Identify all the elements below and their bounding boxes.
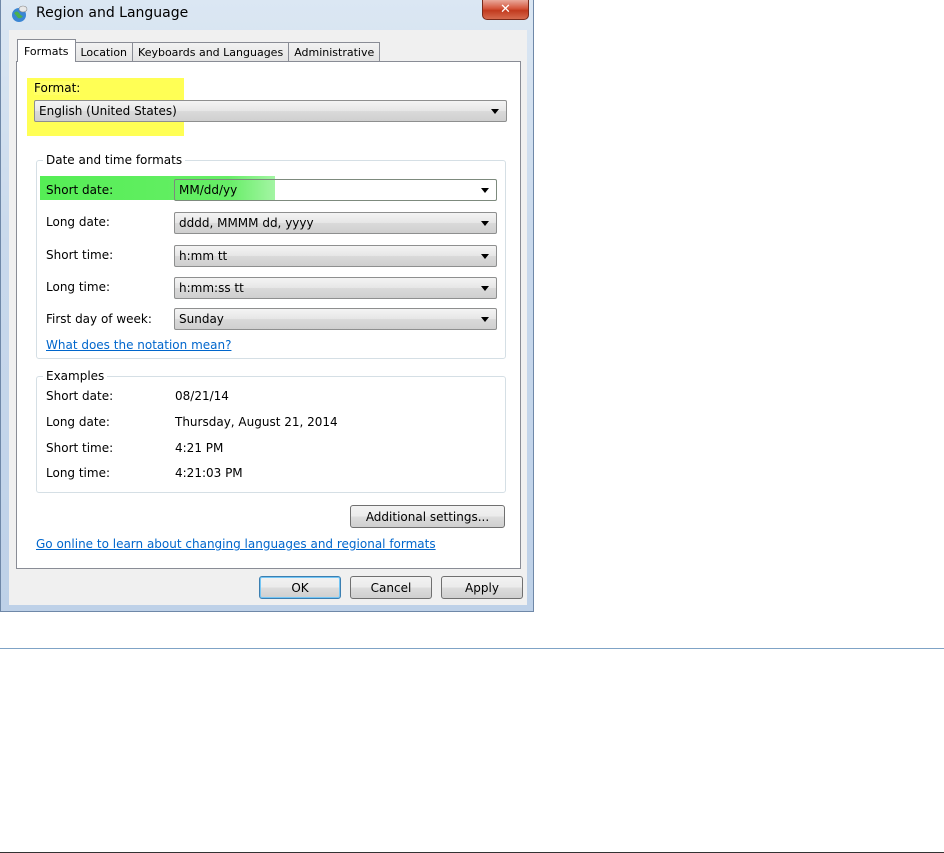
close-icon: ✕ bbox=[500, 2, 511, 17]
tab-keyboards-and-languages[interactable]: Keyboards and Languages bbox=[132, 42, 290, 62]
short-time-select-value: h:mm tt bbox=[179, 249, 228, 263]
title-bar: Region and Language ✕ bbox=[1, 0, 533, 30]
long-time-select-value: h:mm:ss tt bbox=[179, 281, 244, 295]
first-day-select[interactable]: Sunday bbox=[174, 308, 497, 330]
long-date-label: Long date: bbox=[46, 215, 110, 229]
tab-formats[interactable]: Formats bbox=[17, 39, 76, 62]
format-select[interactable]: English (United States) bbox=[34, 100, 507, 122]
tab-location[interactable]: Location bbox=[74, 42, 134, 62]
globe-icon bbox=[10, 4, 30, 24]
window-title: Region and Language bbox=[36, 5, 189, 21]
long-date-select-value: dddd, MMMM dd, yyyy bbox=[179, 216, 314, 230]
notation-help-link[interactable]: What does the notation mean? bbox=[46, 338, 231, 352]
example-long-date-value: Thursday, August 21, 2014 bbox=[175, 415, 338, 429]
short-date-select-value: MM/dd/yy bbox=[179, 183, 238, 197]
region-language-dialog: Region and Language ✕ Formats Location K… bbox=[0, 0, 534, 612]
long-time-label: Long time: bbox=[46, 280, 111, 294]
first-day-select-value: Sunday bbox=[179, 312, 224, 326]
examples-title: Examples bbox=[43, 369, 108, 383]
ok-button[interactable]: OK bbox=[259, 576, 341, 599]
close-button[interactable]: ✕ bbox=[482, 0, 529, 20]
chevron-down-icon bbox=[481, 286, 489, 291]
chevron-down-icon bbox=[491, 109, 499, 114]
example-short-date-label: Short date: bbox=[46, 389, 114, 403]
example-short-time-label: Short time: bbox=[46, 441, 114, 455]
example-long-time-label: Long time: bbox=[46, 466, 111, 480]
chevron-down-icon bbox=[481, 221, 489, 226]
additional-settings-button[interactable]: Additional settings... bbox=[350, 505, 505, 528]
tab-strip: Formats Location Keyboards and Languages… bbox=[17, 39, 381, 62]
example-short-time-value: 4:21 PM bbox=[175, 441, 224, 455]
date-time-formats-title: Date and time formats bbox=[43, 153, 186, 167]
long-date-select[interactable]: dddd, MMMM dd, yyyy bbox=[174, 212, 497, 234]
short-date-select[interactable]: MM/dd/yy bbox=[174, 179, 497, 201]
chevron-down-icon bbox=[481, 317, 489, 322]
short-time-label: Short time: bbox=[46, 248, 114, 262]
apply-button[interactable]: Apply bbox=[441, 576, 523, 599]
long-time-select[interactable]: h:mm:ss tt bbox=[174, 277, 497, 299]
example-long-date-label: Long date: bbox=[46, 415, 110, 429]
short-time-select[interactable]: h:mm tt bbox=[174, 245, 497, 267]
horizontal-divider bbox=[0, 648, 944, 649]
cancel-button[interactable]: Cancel bbox=[350, 576, 432, 599]
chevron-down-icon bbox=[481, 188, 489, 193]
short-date-label: Short date: bbox=[46, 183, 114, 197]
example-short-date-value: 08/21/14 bbox=[175, 389, 229, 403]
chevron-down-icon bbox=[481, 254, 489, 259]
format-label: Format: bbox=[34, 81, 81, 95]
first-day-label: First day of week: bbox=[46, 312, 152, 326]
online-help-link[interactable]: Go online to learn about changing langua… bbox=[36, 537, 436, 551]
example-long-time-value: 4:21:03 PM bbox=[175, 466, 243, 480]
tab-administrative[interactable]: Administrative bbox=[288, 42, 381, 62]
format-select-value: English (United States) bbox=[39, 104, 177, 118]
